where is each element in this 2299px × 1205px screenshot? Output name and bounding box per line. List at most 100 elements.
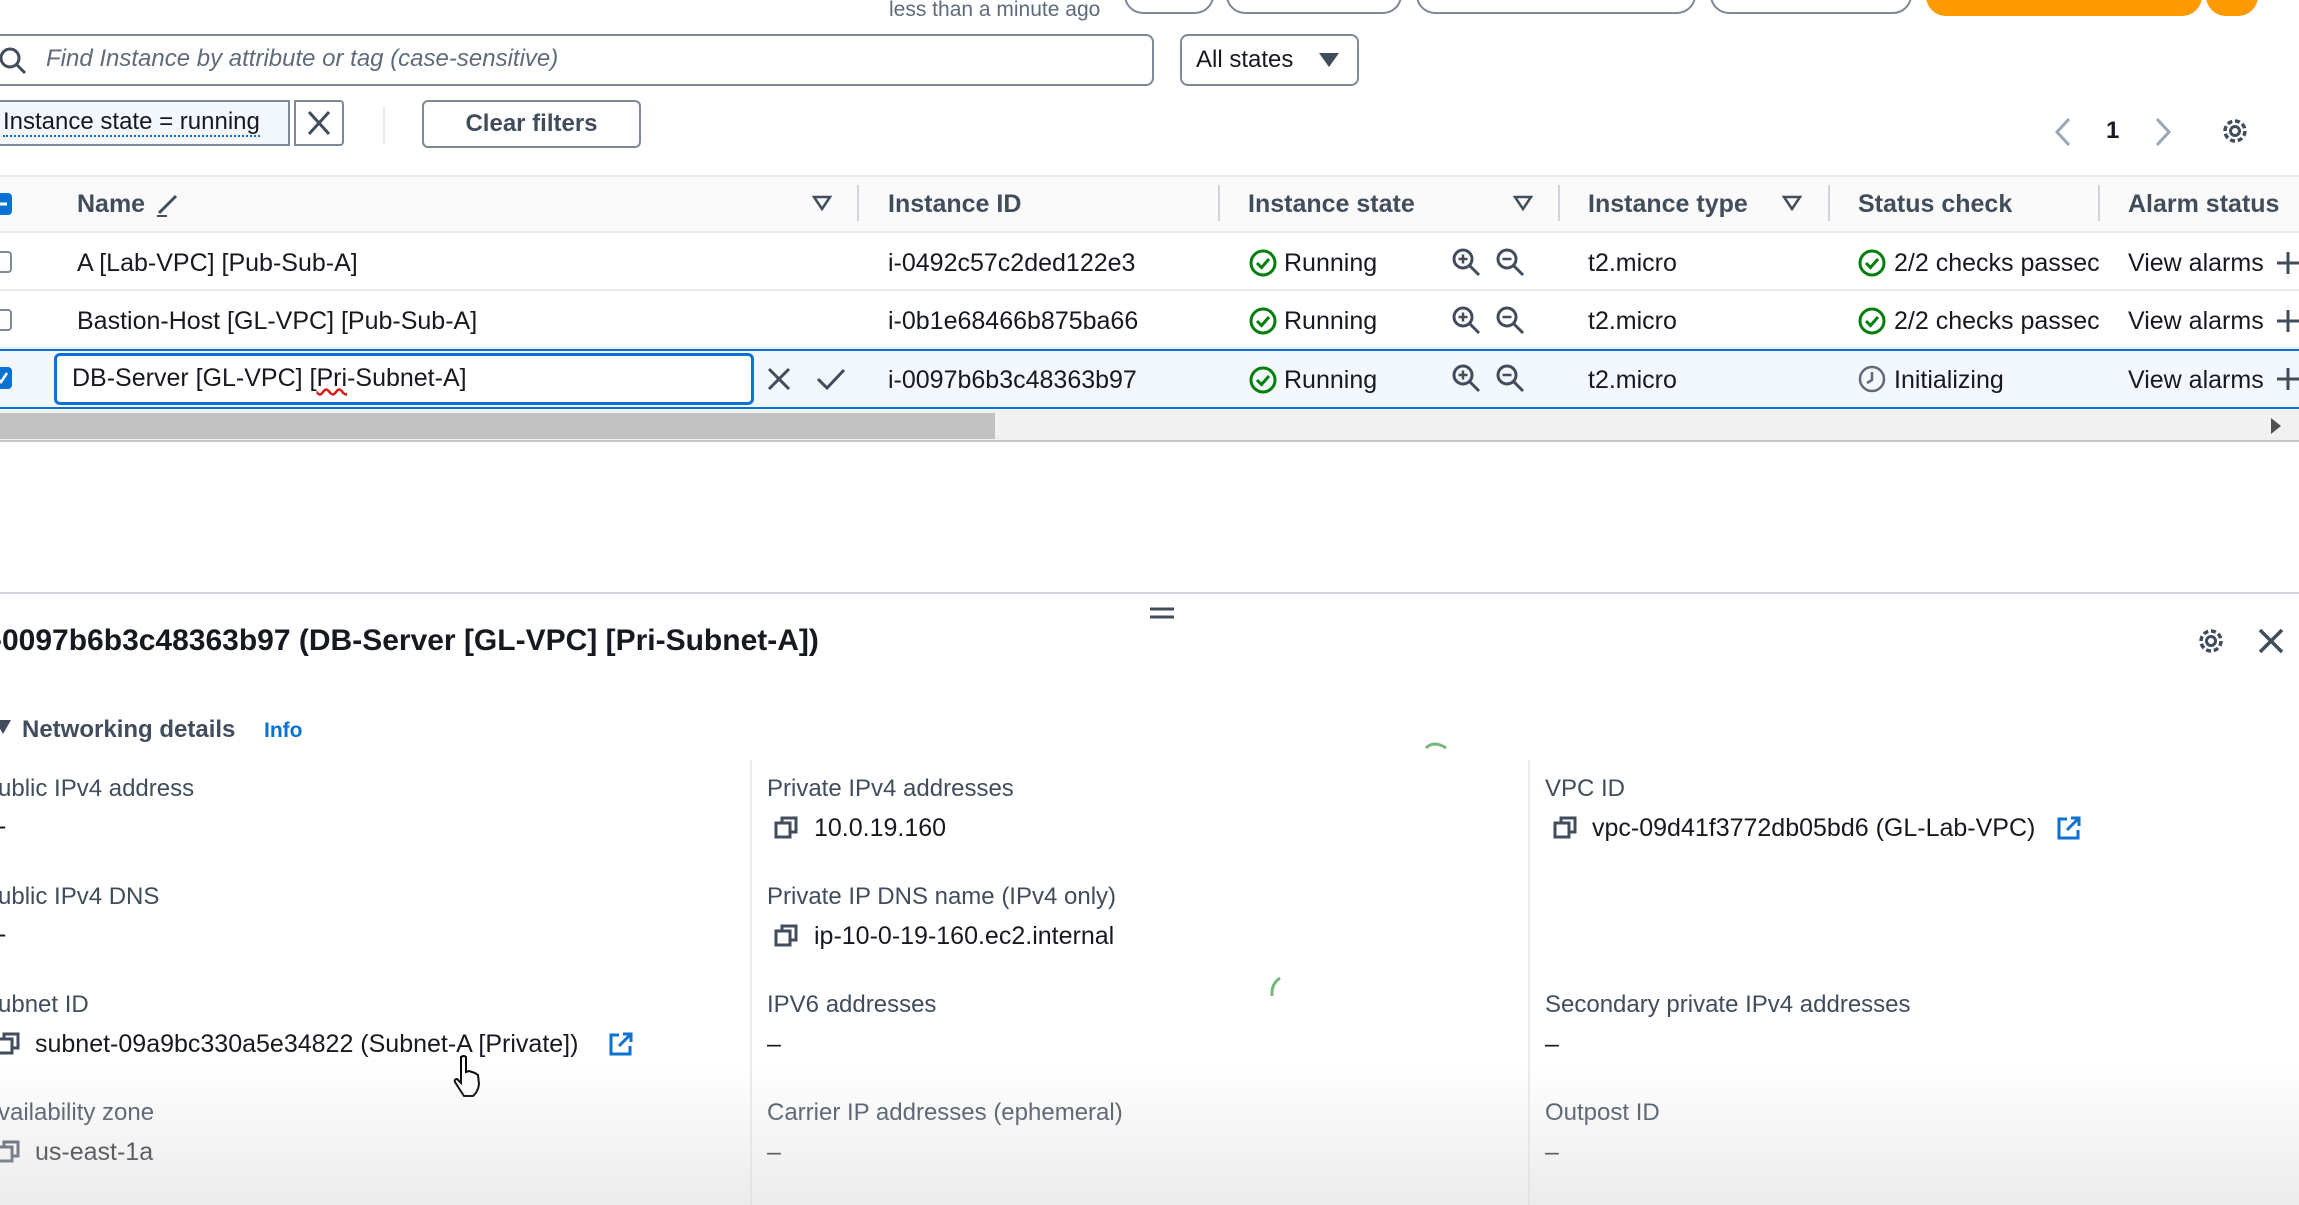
preferences-gear-icon[interactable] bbox=[2218, 114, 2252, 148]
column-resizer[interactable] bbox=[1218, 185, 1220, 221]
instance-state-button[interactable] bbox=[1416, 0, 1696, 14]
carrier-ip-value: – bbox=[767, 1138, 781, 1166]
column-separator bbox=[1528, 760, 1530, 1205]
panel-settings-gear-icon[interactable] bbox=[2194, 624, 2228, 658]
status-check: 2/2 checks passec bbox=[1894, 307, 2099, 335]
row-checkbox-checked[interactable] bbox=[0, 367, 12, 389]
next-page-icon[interactable] bbox=[2152, 116, 2174, 148]
view-alarms-link[interactable]: View alarms bbox=[2128, 307, 2264, 336]
instance-id-link[interactable]: i-0492c57c2ded122e3 bbox=[888, 249, 1135, 278]
refresh-button[interactable] bbox=[1124, 0, 1214, 14]
info-link[interactable]: Info bbox=[264, 719, 302, 743]
filter-divider bbox=[383, 106, 385, 144]
column-header-instance-type[interactable]: Instance type bbox=[1588, 190, 1748, 219]
public-dns-value: - bbox=[0, 920, 6, 949]
launch-instances-button[interactable] bbox=[1926, 0, 2202, 16]
copy-icon[interactable] bbox=[774, 923, 800, 949]
sort-state-icon[interactable] bbox=[1513, 195, 1533, 211]
search-icon bbox=[0, 46, 28, 76]
secondary-ipv4-label: Secondary private IPv4 addresses bbox=[1545, 991, 1911, 1018]
expand-triangle-icon[interactable] bbox=[0, 719, 12, 735]
networking-details-heading[interactable]: Networking details bbox=[22, 716, 235, 744]
copy-icon[interactable] bbox=[0, 1139, 22, 1165]
row-checkbox[interactable] bbox=[0, 251, 12, 273]
zoom-in-icon[interactable] bbox=[1450, 362, 1482, 394]
copy-icon[interactable] bbox=[1553, 815, 1579, 841]
column-resizer[interactable] bbox=[2098, 185, 2100, 221]
pencil-icon bbox=[154, 190, 182, 218]
add-alarm-icon[interactable] bbox=[2276, 308, 2299, 334]
page-number[interactable]: 1 bbox=[2106, 117, 2119, 145]
ipv6-value: – bbox=[767, 1030, 781, 1058]
scrollbar-thumb[interactable] bbox=[0, 413, 995, 439]
split-panel-divider bbox=[0, 592, 2299, 594]
public-ipv4-value: - bbox=[0, 812, 6, 841]
remove-filter-button[interactable] bbox=[294, 100, 344, 146]
caret-down-icon bbox=[1318, 52, 1340, 68]
public-dns-label: ublic IPv4 DNS bbox=[0, 883, 160, 910]
status-ok-icon bbox=[1248, 306, 1278, 336]
secondary-ipv4-value: – bbox=[1545, 1030, 1559, 1058]
checks-passed-icon bbox=[1857, 306, 1887, 336]
add-alarm-icon[interactable] bbox=[2276, 366, 2299, 392]
external-link-icon[interactable] bbox=[608, 1031, 634, 1057]
column-resizer[interactable] bbox=[1558, 185, 1560, 221]
zoom-in-icon[interactable] bbox=[1450, 304, 1482, 336]
column-header-instance-state[interactable]: Instance state bbox=[1248, 190, 1415, 219]
previous-page-icon[interactable] bbox=[2052, 116, 2074, 148]
sort-type-icon[interactable] bbox=[1782, 195, 1802, 211]
instance-state: Running bbox=[1284, 307, 1378, 335]
instance-type: t2.micro bbox=[1588, 307, 1677, 335]
clear-filters-button[interactable]: Clear filters bbox=[422, 100, 641, 148]
subnet-id-link[interactable]: subnet-09a9bc330a5e34822 (Subnet-A [Priv… bbox=[35, 1030, 578, 1059]
column-header-status-check[interactable]: Status check bbox=[1858, 190, 2012, 219]
availability-zone-label: vailability zone bbox=[0, 1099, 155, 1126]
launch-dropdown-button[interactable] bbox=[2206, 0, 2258, 16]
zoom-in-icon[interactable] bbox=[1450, 246, 1482, 278]
confirm-edit-icon[interactable] bbox=[815, 364, 847, 394]
bottom-fade-overlay bbox=[0, 1060, 2299, 1205]
select-all-checkbox[interactable] bbox=[0, 193, 12, 215]
column-separator bbox=[750, 760, 752, 1205]
column-header-name[interactable]: Name bbox=[77, 190, 145, 219]
cancel-edit-icon[interactable] bbox=[764, 364, 794, 394]
column-resizer[interactable] bbox=[1828, 185, 1830, 221]
close-panel-icon[interactable] bbox=[2256, 626, 2286, 656]
actions-button[interactable] bbox=[1710, 0, 1912, 14]
external-link-icon[interactable] bbox=[2056, 815, 2082, 841]
vpc-id-link[interactable]: vpc-09d41f3772db05bd6 (GL-Lab-VPC) bbox=[1592, 814, 2035, 843]
loading-spinner-icon bbox=[1268, 976, 1284, 998]
public-ipv4-label: ublic IPv4 address bbox=[0, 775, 195, 802]
copy-icon[interactable] bbox=[774, 815, 800, 841]
outpost-id-value: – bbox=[1545, 1138, 1559, 1166]
add-alarm-icon[interactable] bbox=[2276, 250, 2299, 276]
name-edit-value[interactable]: DB-Server [GL-VPC] [Pri-Subnet-A] bbox=[72, 364, 467, 393]
instance-type: t2.micro bbox=[1588, 366, 1677, 394]
instance-name: Bastion-Host [GL-VPC] [Pub-Sub-A] bbox=[77, 307, 478, 335]
column-header-instance-id[interactable]: Instance ID bbox=[888, 190, 1021, 219]
last-refresh-text: less than a minute ago bbox=[889, 0, 1101, 21]
private-dns-value: ip-10-0-19-160.ec2.internal bbox=[814, 922, 1115, 950]
connect-button[interactable] bbox=[1226, 0, 1402, 14]
view-alarms-link[interactable]: View alarms bbox=[2128, 249, 2264, 278]
instance-id-link[interactable]: i-0b1e68466b875ba66 bbox=[888, 307, 1138, 336]
row-checkbox[interactable] bbox=[0, 309, 12, 331]
instance-state: Running bbox=[1284, 249, 1378, 277]
filter-token-label: Instance state = running bbox=[3, 108, 260, 137]
view-alarms-link[interactable]: View alarms bbox=[2128, 366, 2264, 395]
sort-name-icon[interactable] bbox=[812, 195, 832, 211]
copy-icon[interactable] bbox=[0, 1031, 22, 1057]
zoom-out-icon[interactable] bbox=[1494, 246, 1526, 278]
zoom-out-icon[interactable] bbox=[1494, 304, 1526, 336]
hand-cursor-icon bbox=[452, 1054, 484, 1100]
column-resizer[interactable] bbox=[857, 185, 859, 221]
ipv6-label: IPV6 addresses bbox=[767, 991, 937, 1018]
scroll-right-icon[interactable] bbox=[2268, 416, 2284, 436]
checks-passed-icon bbox=[1857, 248, 1887, 278]
instance-id-link[interactable]: i-0097b6b3c48363b97 bbox=[888, 366, 1137, 395]
availability-zone-value: us-east-1a bbox=[35, 1138, 154, 1166]
zoom-out-icon[interactable] bbox=[1494, 362, 1526, 394]
column-header-alarm-status[interactable]: Alarm status bbox=[2128, 190, 2279, 219]
resize-handle-icon[interactable] bbox=[1149, 604, 1175, 622]
misspelled-word: Pri bbox=[316, 364, 348, 392]
